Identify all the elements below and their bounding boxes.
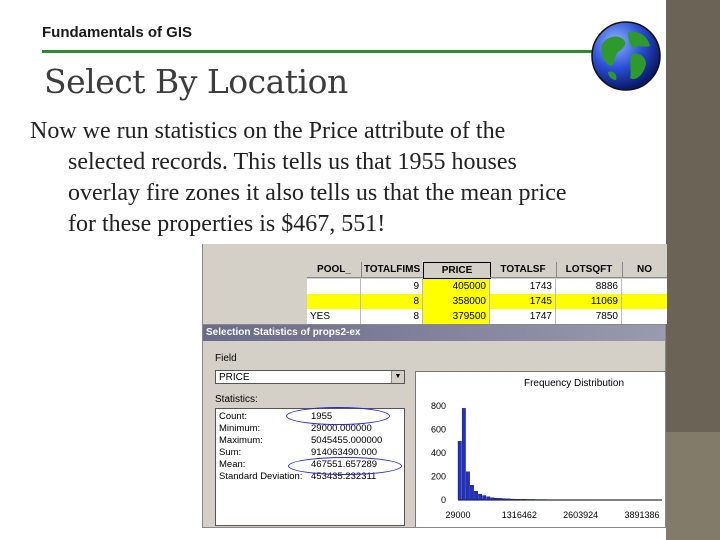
selection-statistics-dialog: Selection Statistics of props2-ex Field … [202,324,666,528]
body-line: for these properties is $467, 551! [68,211,386,237]
histogram-bar [457,441,462,501]
cell-price: 379500 [423,309,490,324]
column-header-lotsqft[interactable]: LOTSQFT [556,262,623,278]
histogram-bar [510,498,515,501]
field-dropdown[interactable]: PRICE ▼ [215,370,405,384]
histogram-bar [474,491,478,501]
body-line: Now we run statistics on the Price attri… [30,118,506,144]
body-paragraph: Now we run statistics on the Price attri… [30,116,666,240]
histogram-bar [486,496,491,501]
body-line: overlay fire zones it also tells us that… [68,180,567,206]
frequency-chart-panel: Frequency Distribution 800 600 400 200 0 2900… [415,371,665,527]
cell-totalsf: 1745 [490,294,556,309]
histogram-bar [523,499,527,501]
field-dropdown-value: PRICE [219,372,250,383]
histogram-bar [494,497,499,501]
stat-value: 5045455.000000 [311,435,383,446]
count-highlight-ellipse [286,407,390,425]
cell-pool: YES [307,309,361,324]
x-tick-label: 2603924 [563,510,598,520]
attribute-table: POOL_ TOTALFIMS PRICE TOTALSF LOTSQFT NO… [202,244,667,324]
mean-highlight-ellipse [288,457,402,475]
histogram-bar [466,471,470,501]
histogram-bar [490,497,495,501]
y-tick-label: 600 [431,425,446,435]
body-line: selected records. This tells us that 195… [68,149,517,175]
y-tick-label: 800 [431,401,446,411]
y-tick-label: 200 [431,472,446,482]
table-row[interactable]: YES 8 379500 1747 7850 [307,309,667,324]
cell-price: 405000 [423,279,490,294]
dropdown-arrow-icon[interactable]: ▼ [391,371,404,383]
histogram-bar [514,499,519,501]
header-rule [42,50,602,53]
histogram-bar [527,499,531,501]
histogram-bar [498,498,503,501]
histogram-bar [502,498,507,501]
chart-title: Frequency Distribution [524,378,624,389]
cell-price: 358000 [423,294,490,309]
right-sidebar-lower-decoration [666,432,720,540]
histogram-bar [506,498,511,501]
y-tick-label: 0 [441,495,446,505]
y-tick-label: 400 [431,448,446,458]
cell-totalsf: 1747 [490,309,556,324]
histogram-bar [478,493,483,501]
histogram-bar [482,495,487,501]
histogram-bar [461,408,466,501]
statistics-label: Statistics: [215,394,258,405]
globe-icon [591,21,661,91]
histogram-bar [519,499,523,501]
table-row[interactable]: 8 358000 1745 11069 [307,294,667,309]
x-tick-label: 1316462 [502,510,537,520]
stat-name: Sum: [219,447,242,458]
x-tick-label: 29000 [445,510,470,520]
cell-totalsf: 1743 [490,279,556,294]
column-header-totalsf[interactable]: TOTALSF [490,262,557,278]
slide-title: Select By Location [44,62,348,101]
cell-pool [307,294,361,309]
column-header-no[interactable]: NO [622,262,667,278]
stat-name: Maximum: [219,435,263,446]
dialog-title: Selection Statistics of props2-ex [203,325,665,341]
column-header-pool[interactable]: POOL_ [307,262,362,278]
histogram-bar [531,499,536,501]
stat-name: Minimum: [219,423,261,434]
attribute-table-header: POOL_ TOTALFIMS PRICE TOTALSF LOTSQFT NO [203,262,667,279]
cell-totalfims: 8 [361,294,423,309]
x-tick-label: 3891386 [624,510,659,520]
column-header-totalfims[interactable]: TOTALFIMS [361,262,424,278]
cell-lotsqft: 8886 [556,279,622,294]
cell-totalfims: 8 [361,309,423,324]
field-label: Field [215,353,237,364]
cell-lotsqft: 11069 [556,294,622,309]
table-row[interactable]: 9 405000 1743 8886 [307,279,667,294]
statistics-list: Count: 1955 Minimum: 29000.000000 Maximu… [215,407,405,526]
course-label: Fundamentals of GIS [42,24,193,41]
cell-lotsqft: 7850 [556,309,622,324]
cell-totalfims: 9 [361,279,423,294]
column-header-price[interactable]: PRICE [423,262,491,279]
histogram-bar [470,485,474,501]
cell-pool [307,279,361,294]
stat-name: Standard Deviation: [219,471,303,482]
frequency-distribution-chart: Frequency Distribution 800 600 400 200 0 2900… [431,378,662,520]
